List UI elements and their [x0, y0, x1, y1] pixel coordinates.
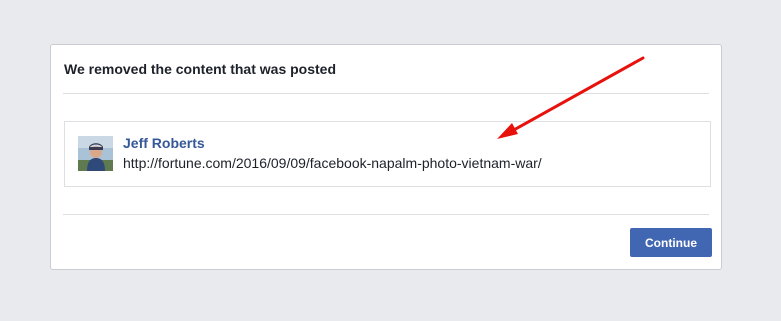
post-author-link[interactable]: Jeff Roberts	[123, 135, 205, 151]
continue-button[interactable]: Continue	[630, 228, 712, 257]
dialog-title: We removed the content that was posted	[64, 61, 337, 77]
footer-divider	[63, 214, 709, 215]
profile-photo-icon	[78, 136, 113, 171]
removed-post-preview: Jeff Roberts http://fortune.com/2016/09/…	[64, 121, 711, 187]
post-url: http://fortune.com/2016/09/09/facebook-n…	[123, 155, 542, 171]
header-divider	[63, 93, 709, 94]
avatar[interactable]	[78, 136, 113, 171]
removed-content-dialog: We removed the content that was posted J…	[50, 44, 722, 270]
